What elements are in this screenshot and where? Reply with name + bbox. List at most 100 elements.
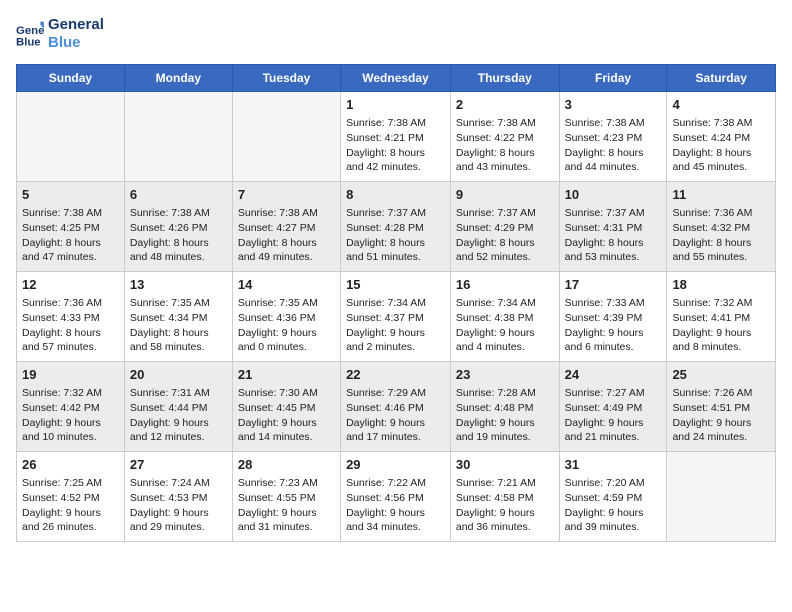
day-info: Sunrise: 7:38 AMSunset: 4:27 PMDaylight:…	[238, 206, 335, 265]
day-number: 21	[238, 366, 335, 384]
calendar-day: 2Sunrise: 7:38 AMSunset: 4:22 PMDaylight…	[450, 92, 559, 182]
calendar-week-4: 19 Sunrise: 7:32 AMSunset: 4:42 PMDayligh…	[17, 362, 776, 452]
calendar-day: 25Sunrise: 7:26 AMSunset: 4:51 PMDayligh…	[667, 362, 776, 452]
day-info: Sunrise: 7:33 AMSunset: 4:39 PMDaylight:…	[565, 296, 662, 355]
day-number: 6	[130, 186, 227, 204]
day-number: 11	[672, 186, 770, 204]
calendar-day: 16 Sunrise: 7:34 AMSunset: 4:38 PMDayligh…	[450, 272, 559, 362]
day-info: Sunrise: 7:37 AMSunset: 4:29 PMDaylight:…	[456, 206, 554, 265]
day-number: 12	[22, 276, 119, 294]
day-info: Sunrise: 7:27 AMSunset: 4:49 PMDaylight:…	[565, 386, 662, 445]
calendar-day: 7 Sunrise: 7:38 AMSunset: 4:27 PMDaylight…	[232, 182, 340, 272]
calendar-day: 27 Sunrise: 7:24 AMSunset: 4:53 PMDayligh…	[124, 452, 232, 542]
day-number: 7	[238, 186, 335, 204]
day-number: 24	[565, 366, 662, 384]
logo: General Blue General Blue	[16, 16, 104, 52]
day-number: 8	[346, 186, 445, 204]
col-header-saturday: Saturday	[667, 65, 776, 92]
calendar-day: 23Sunrise: 7:28 AMSunset: 4:48 PMDayligh…	[450, 362, 559, 452]
day-number: 14	[238, 276, 335, 294]
day-number: 10	[565, 186, 662, 204]
day-info: Sunrise: 7:35 AMSunset: 4:36 PMDaylight:…	[238, 296, 335, 355]
calendar-day: 30Sunrise: 7:21 AMSunset: 4:58 PMDayligh…	[450, 452, 559, 542]
day-number: 31	[565, 456, 662, 474]
day-info: Sunrise: 7:32 AMSunset: 4:41 PMDaylight:…	[672, 296, 770, 355]
col-header-thursday: Thursday	[450, 65, 559, 92]
col-header-wednesday: Wednesday	[341, 65, 451, 92]
day-number: 19	[22, 366, 119, 384]
col-header-monday: Monday	[124, 65, 232, 92]
day-number: 27	[130, 456, 227, 474]
calendar-day: 20Sunrise: 7:31 AMSunset: 4:44 PMDayligh…	[124, 362, 232, 452]
day-number: 15	[346, 276, 445, 294]
calendar-day: 15 Sunrise: 7:34 AMSunset: 4:37 PMDayligh…	[341, 272, 451, 362]
day-info: Sunrise: 7:23 AMSunset: 4:55 PMDaylight:…	[238, 476, 335, 535]
header: General Blue General Blue	[16, 16, 776, 52]
calendar-day: 4 Sunrise: 7:38 AMSunset: 4:24 PMDaylight…	[667, 92, 776, 182]
calendar-day: 8 Sunrise: 7:37 AMSunset: 4:28 PMDaylight…	[341, 182, 451, 272]
calendar-week-3: 12 Sunrise: 7:36 AMSunset: 4:33 PMDayligh…	[17, 272, 776, 362]
day-info: Sunrise: 7:20 AMSunset: 4:59 PMDaylight:…	[565, 476, 662, 535]
day-number: 2	[456, 96, 554, 114]
calendar-day: 9 Sunrise: 7:37 AMSunset: 4:29 PMDaylight…	[450, 182, 559, 272]
day-number: 3	[565, 96, 662, 114]
day-info: Sunrise: 7:38 AMSunset: 4:25 PMDaylight:…	[22, 206, 119, 265]
day-number: 13	[130, 276, 227, 294]
day-info: Sunrise: 7:36 AMSunset: 4:33 PMDaylight:…	[22, 296, 119, 355]
day-info: Sunrise: 7:37 AMSunset: 4:28 PMDaylight:…	[346, 206, 445, 265]
calendar-day: 13 Sunrise: 7:35 AMSunset: 4:34 PMDayligh…	[124, 272, 232, 362]
day-info: Sunrise: 7:22 AMSunset: 4:56 PMDaylight:…	[346, 476, 445, 535]
day-number: 17	[565, 276, 662, 294]
day-info: Sunrise: 7:32 AMSunset: 4:42 PMDaylight:…	[22, 386, 119, 445]
logo-general: General	[48, 16, 104, 33]
day-info: Sunrise: 7:38 AMSunset: 4:24 PMDaylight:…	[672, 116, 770, 175]
logo-blue: Blue	[48, 34, 81, 51]
calendar-day: 12 Sunrise: 7:36 AMSunset: 4:33 PMDayligh…	[17, 272, 125, 362]
calendar-day: 26 Sunrise: 7:25 AMSunset: 4:52 PMDayligh…	[17, 452, 125, 542]
calendar-day: 24 Sunrise: 7:27 AMSunset: 4:49 PMDayligh…	[559, 362, 667, 452]
calendar-day	[232, 92, 340, 182]
calendar-day: 22 Sunrise: 7:29 AMSunset: 4:46 PMDayligh…	[341, 362, 451, 452]
col-header-sunday: Sunday	[17, 65, 125, 92]
col-header-friday: Friday	[559, 65, 667, 92]
day-number: 29	[346, 456, 445, 474]
calendar-day: 10Sunrise: 7:37 AMSunset: 4:31 PMDayligh…	[559, 182, 667, 272]
day-number: 9	[456, 186, 554, 204]
svg-text:General: General	[16, 25, 44, 37]
day-number: 1	[346, 96, 445, 114]
day-info: Sunrise: 7:29 AMSunset: 4:46 PMDaylight:…	[346, 386, 445, 445]
svg-text:Blue: Blue	[16, 36, 41, 48]
calendar-day: 14 Sunrise: 7:35 AMSunset: 4:36 PMDayligh…	[232, 272, 340, 362]
day-number: 16	[456, 276, 554, 294]
day-info: Sunrise: 7:25 AMSunset: 4:52 PMDaylight:…	[22, 476, 119, 535]
calendar-week-2: 5 Sunrise: 7:38 AMSunset: 4:25 PMDaylight…	[17, 182, 776, 272]
day-number: 28	[238, 456, 335, 474]
day-info: Sunrise: 7:30 AMSunset: 4:45 PMDaylight:…	[238, 386, 335, 445]
day-info: Sunrise: 7:34 AMSunset: 4:37 PMDaylight:…	[346, 296, 445, 355]
day-info: Sunrise: 7:21 AMSunset: 4:58 PMDaylight:…	[456, 476, 554, 535]
col-header-tuesday: Tuesday	[232, 65, 340, 92]
day-info: Sunrise: 7:35 AMSunset: 4:34 PMDaylight:…	[130, 296, 227, 355]
calendar-day: 5 Sunrise: 7:38 AMSunset: 4:25 PMDaylight…	[17, 182, 125, 272]
calendar-day: 17 Sunrise: 7:33 AMSunset: 4:39 PMDayligh…	[559, 272, 667, 362]
day-number: 22	[346, 366, 445, 384]
calendar-day: 21 Sunrise: 7:30 AMSunset: 4:45 PMDayligh…	[232, 362, 340, 452]
calendar-day	[124, 92, 232, 182]
day-number: 5	[22, 186, 119, 204]
calendar-header-row: SundayMondayTuesdayWednesdayThursdayFrid…	[17, 65, 776, 92]
calendar-day: 28 Sunrise: 7:23 AMSunset: 4:55 PMDayligh…	[232, 452, 340, 542]
day-info: Sunrise: 7:28 AMSunset: 4:48 PMDaylight:…	[456, 386, 554, 445]
day-number: 25	[672, 366, 770, 384]
day-info: Sunrise: 7:34 AMSunset: 4:38 PMDaylight:…	[456, 296, 554, 355]
calendar-day: 6Sunrise: 7:38 AMSunset: 4:26 PMDaylight…	[124, 182, 232, 272]
calendar-day: 11 Sunrise: 7:36 AMSunset: 4:32 PMDayligh…	[667, 182, 776, 272]
day-info: Sunrise: 7:38 AMSunset: 4:23 PMDaylight:…	[565, 116, 662, 175]
day-info: Sunrise: 7:24 AMSunset: 4:53 PMDaylight:…	[130, 476, 227, 535]
day-number: 26	[22, 456, 119, 474]
calendar-day: 3 Sunrise: 7:38 AMSunset: 4:23 PMDaylight…	[559, 92, 667, 182]
day-info: Sunrise: 7:36 AMSunset: 4:32 PMDaylight:…	[672, 206, 770, 265]
day-number: 20	[130, 366, 227, 384]
calendar-day: 31 Sunrise: 7:20 AMSunset: 4:59 PMDayligh…	[559, 452, 667, 542]
day-number: 4	[672, 96, 770, 114]
logo-icon: General Blue	[16, 20, 44, 48]
